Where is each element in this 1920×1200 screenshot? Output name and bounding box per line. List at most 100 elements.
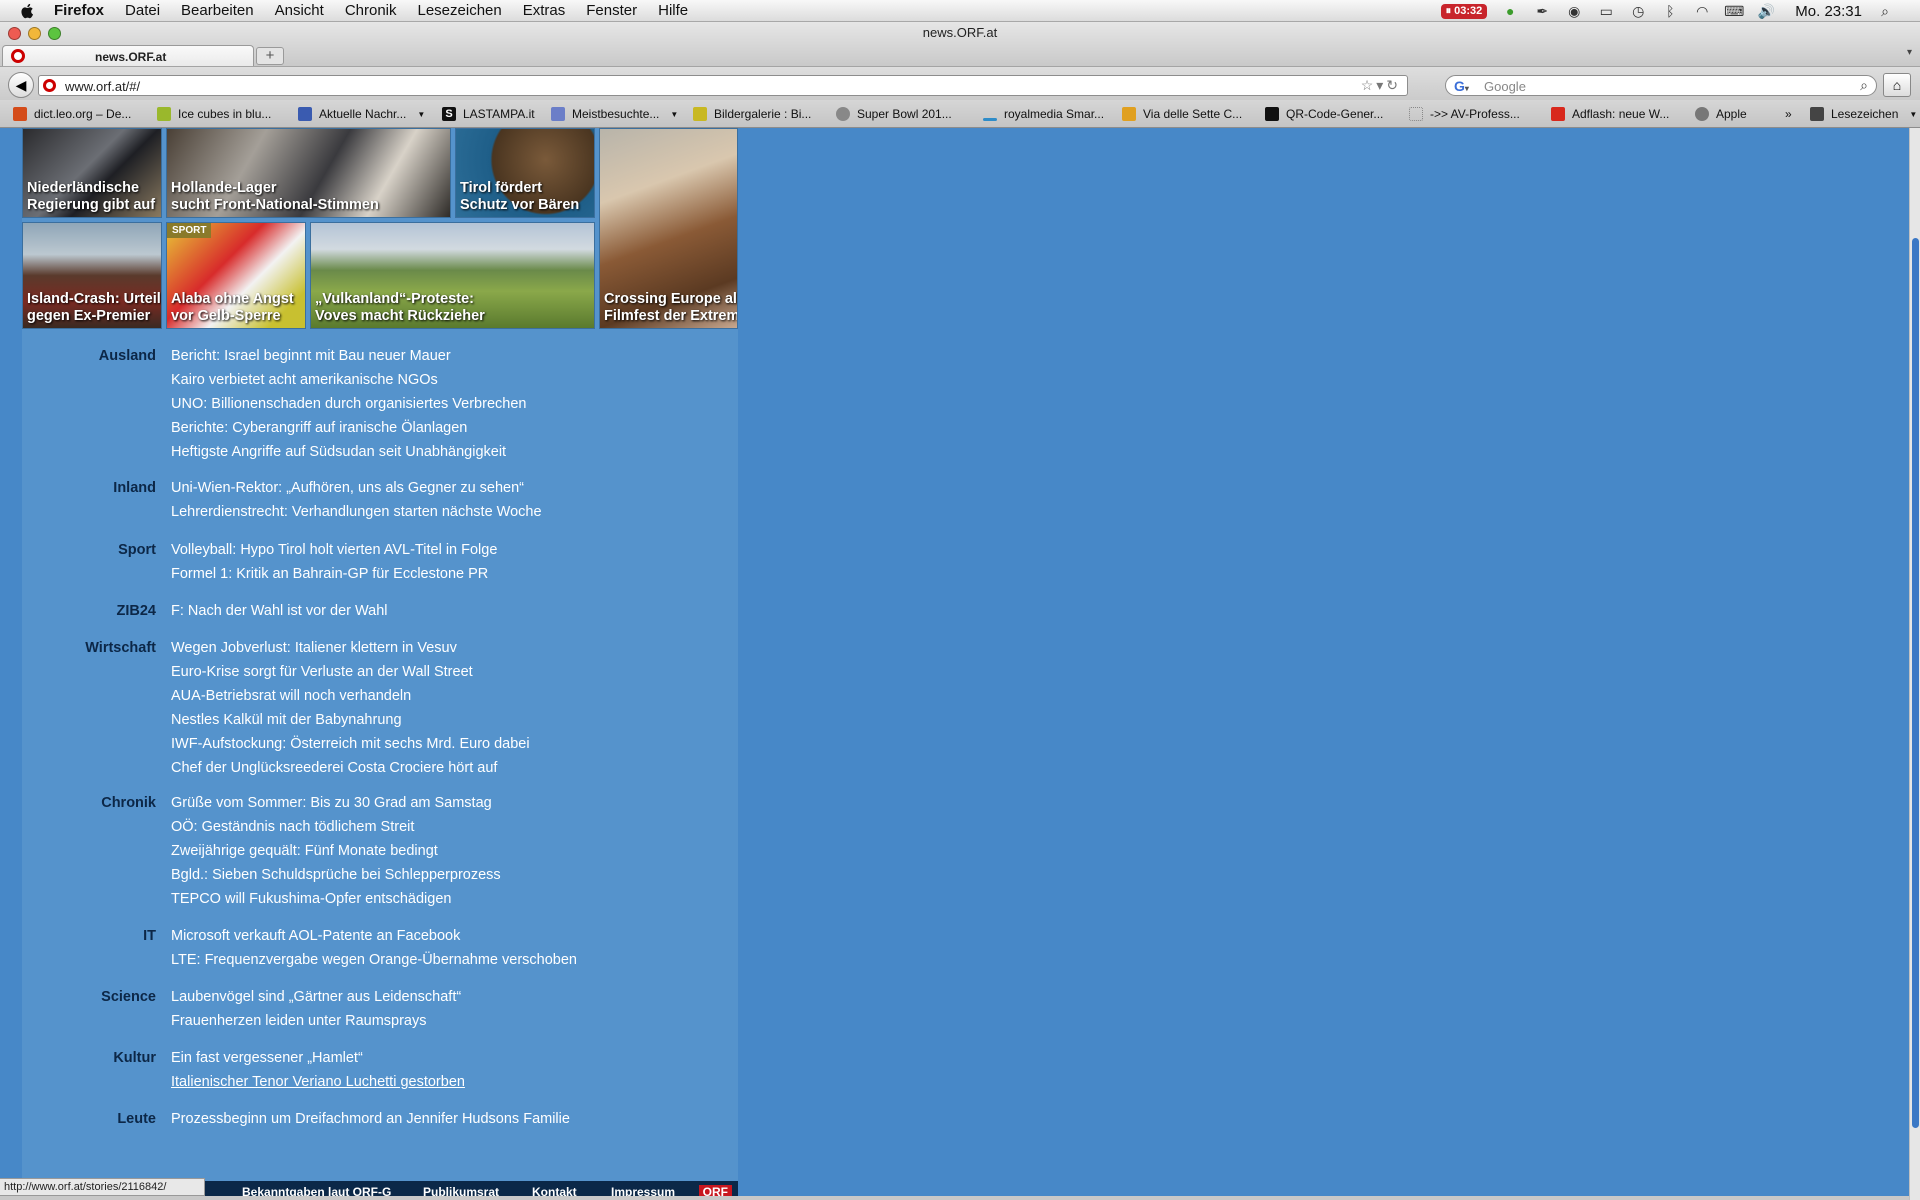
headline-list: Wegen Jobverlust: Italiener klettern in … (171, 640, 530, 784)
volume-icon[interactable]: 🔊 (1757, 3, 1775, 19)
headline-link[interactable]: Berichte: Cyberangriff auf iranische Öla… (171, 420, 526, 444)
wifi-icon[interactable]: ◠ (1693, 3, 1711, 19)
headline-link[interactable]: Chef der Unglücksreederei Costa Crociere… (171, 760, 530, 784)
news-tile-crossing-europe[interactable]: Crossing Europe als Filmfest der Extreme (599, 128, 738, 329)
spotlight-icon[interactable]: ⌕ (1876, 3, 1894, 19)
headline-link[interactable]: AUA-Betriebsrat will noch verhandeln (171, 688, 530, 712)
menu-app-firefox[interactable]: Firefox (54, 2, 104, 19)
menu-ansicht[interactable]: Ansicht (275, 2, 324, 19)
bookmark-apple[interactable]: Apple (1695, 107, 1747, 121)
bookmark-royalmedia[interactable]: royalmedia Smar... (983, 107, 1104, 121)
headline-link[interactable]: Bgld.: Sieben Schuldsprüche bei Schleppe… (171, 867, 501, 891)
headline-link[interactable]: Formel 1: Kritik an Bahrain-GP für Eccle… (171, 566, 497, 590)
lastampa-icon: S (442, 107, 456, 121)
timer-badge[interactable]: ⏸ 03:32 (1440, 3, 1488, 19)
news-tile-vulkanland[interactable]: „Vulkanland“-Proteste: Voves macht Rückz… (310, 222, 595, 329)
bildergalerie-icon (693, 107, 707, 121)
tile-caption: Alaba ohne Angst vor Gelb-Sperre (171, 291, 294, 324)
bookmark-adflash[interactable]: Adflash: neue W... (1551, 107, 1669, 121)
bookmark-ice-cubes[interactable]: Ice cubes in blu... (157, 107, 271, 121)
headline-link[interactable]: Heftigste Angriffe auf Südsudan seit Una… (171, 444, 526, 468)
headline-link[interactable]: OÖ: Geständnis nach tödlichem Streit (171, 819, 501, 843)
menu-bearbeiten[interactable]: Bearbeiten (181, 2, 254, 19)
google-engine-icon[interactable]: G▾ (1454, 78, 1469, 94)
menu-fenster[interactable]: Fenster (586, 2, 637, 19)
back-button[interactable]: ◀ (8, 72, 34, 98)
time-machine-icon[interactable]: ◷ (1629, 3, 1647, 19)
news-tile-niederlaendische[interactable]: Niederländische Regierung gibt auf (22, 128, 162, 218)
headline-link[interactable]: Kairo verbietet acht amerikanische NGOs (171, 372, 526, 396)
news-tile-hollande[interactable]: Hollande-Lager sucht Front-National-Stim… (166, 128, 451, 218)
bookmark-super-bowl[interactable]: Super Bowl 201... (836, 107, 952, 121)
clock[interactable]: Mo. 23:31 (1795, 3, 1862, 20)
menu-datei[interactable]: Datei (125, 2, 160, 19)
headline-link[interactable]: Volleyball: Hypo Tirol holt vierten AVL-… (171, 542, 497, 566)
headline-link[interactable]: Prozessbeginn um Dreifachmord an Jennife… (171, 1111, 570, 1135)
menu-hilfe[interactable]: Hilfe (658, 2, 688, 19)
headline-link[interactable]: Microsoft verkauft AOL-Patente an Facebo… (171, 928, 577, 952)
bookmark-av-profess[interactable]: ->> AV-Profess... (1409, 107, 1520, 121)
headline-link[interactable]: Nestles Kalkül mit der Babynahrung (171, 712, 530, 736)
bookmarks-overflow-chevron[interactable]: » (1785, 107, 1792, 121)
dropdown-arrow-icon: ▼ (417, 109, 426, 119)
bookmark-lastampa[interactable]: S LASTAMPA.it (442, 107, 535, 121)
site-identity-icon[interactable] (43, 79, 56, 92)
headline-list: Ein fast vergessener „Hamlet“ Italienisc… (171, 1050, 465, 1098)
status-bar-link-preview: http://www.orf.at/stories/2116842/ (0, 1178, 205, 1196)
display-icon[interactable]: ▭ (1597, 3, 1615, 19)
headline-link[interactable]: UNO: Billionenschaden durch organisierte… (171, 396, 526, 420)
bookmark-label: QR-Code-Gener... (1286, 107, 1384, 121)
bookmark-folder-aktuelle[interactable]: Aktuelle Nachr... ▼ (298, 107, 425, 121)
headline-link[interactable]: Ein fast vergessener „Hamlet“ (171, 1050, 465, 1074)
headline-link[interactable]: Zweijährige gequält: Fünf Monate bedingt (171, 843, 501, 867)
new-tab-button[interactable]: + (256, 47, 284, 65)
headline-link[interactable]: Euro-Krise sorgt für Verluste an der Wal… (171, 664, 530, 688)
menu-lesezeichen[interactable]: Lesezeichen (418, 2, 502, 19)
evernote-icon[interactable]: ● (1501, 3, 1519, 19)
bookmark-star-icon[interactable]: ☆▾↻ (1361, 77, 1401, 94)
headline-link[interactable]: Uni-Wien-Rektor: „Aufhören, uns als Gegn… (171, 480, 542, 504)
tile-caption: Hollande-Lager sucht Front-National-Stim… (171, 180, 379, 213)
bluetooth-icon[interactable]: ᛒ (1661, 3, 1679, 19)
scrollbar-thumb[interactable] (1912, 238, 1919, 1128)
headline-link[interactable]: LTE: Frequenzvergabe wegen Orange-Überna… (171, 952, 577, 976)
vertical-scrollbar[interactable] (1909, 128, 1920, 1200)
headline-link[interactable]: Frauenherzen leiden unter Raumsprays (171, 1013, 461, 1037)
news-tile-island-crash[interactable]: Island-Crash: Urteil gegen Ex-Premier (22, 222, 162, 329)
bookmark-folder-meistbesuchte[interactable]: Meistbesuchte... ▼ (551, 107, 678, 121)
headline-link[interactable]: Bericht: Israel beginnt mit Bau neuer Ma… (171, 348, 526, 372)
headline-link[interactable]: Laubenvögel sind „Gärtner aus Leidenscha… (171, 989, 461, 1013)
news-tile-alaba[interactable]: SPORT Alaba ohne Angst vor Gelb-Sperre (166, 222, 306, 329)
tab-news-orf[interactable]: news.ORF.at (2, 45, 254, 67)
headline-link[interactable]: TEPCO will Fukushima-Opfer entschädigen (171, 891, 501, 915)
feather-icon[interactable]: ✒ (1533, 3, 1551, 19)
headline-list: F: Nach der Wahl ist vor der Wahl (171, 603, 388, 627)
menu-extras[interactable]: Extras (523, 2, 566, 19)
home-button[interactable]: ⌂ (1883, 73, 1911, 97)
keyboard-icon[interactable]: ⌨ (1724, 3, 1744, 19)
apple-menu-icon[interactable] (18, 2, 38, 20)
sport-tag: SPORT (167, 223, 212, 238)
blank-page-icon (1409, 107, 1423, 121)
search-bar[interactable]: G▾ Google ⌕ (1445, 75, 1877, 96)
bookmarks-menu-lesezeichen[interactable]: Lesezeichen ▼ (1810, 107, 1917, 121)
headline-link-hovered[interactable]: Italienischer Tenor Veriano Luchetti ges… (171, 1074, 465, 1098)
url-text: www.orf.at/#/ (65, 79, 141, 94)
headline-link[interactable]: Lehrerdienstrecht: Verhandlungen starten… (171, 504, 542, 528)
bookmarks-menu-icon (1810, 107, 1824, 121)
news-tile-tirol[interactable]: Tirol fördert Schutz vor Bären (455, 128, 595, 218)
headline-link[interactable]: Wegen Jobverlust: Italiener klettern in … (171, 640, 530, 664)
headline-link[interactable]: Grüße vom Sommer: Bis zu 30 Grad am Sams… (171, 795, 501, 819)
tab-label: news.ORF.at (95, 50, 167, 64)
bookmark-leo[interactable]: dict.leo.org – De... (13, 107, 131, 121)
eye-icon[interactable]: ◉ (1565, 3, 1583, 19)
bookmark-qr-code[interactable]: QR-Code-Gener... (1265, 107, 1383, 121)
bookmark-bildergalerie[interactable]: Bildergalerie : Bi... (693, 107, 811, 121)
search-icon[interactable]: ⌕ (1860, 77, 1868, 94)
headline-link[interactable]: IWF-Aufstockung: Österreich mit sechs Mr… (171, 736, 530, 760)
menu-chronik[interactable]: Chronik (345, 2, 397, 19)
headline-link[interactable]: F: Nach der Wahl ist vor der Wahl (171, 603, 388, 627)
url-bar[interactable]: www.orf.at/#/ ☆▾↻ (38, 75, 1408, 96)
tab-list-icon[interactable]: ▾ (1907, 47, 1912, 58)
bookmark-via-delle-sette[interactable]: Via delle Sette C... (1122, 107, 1242, 121)
